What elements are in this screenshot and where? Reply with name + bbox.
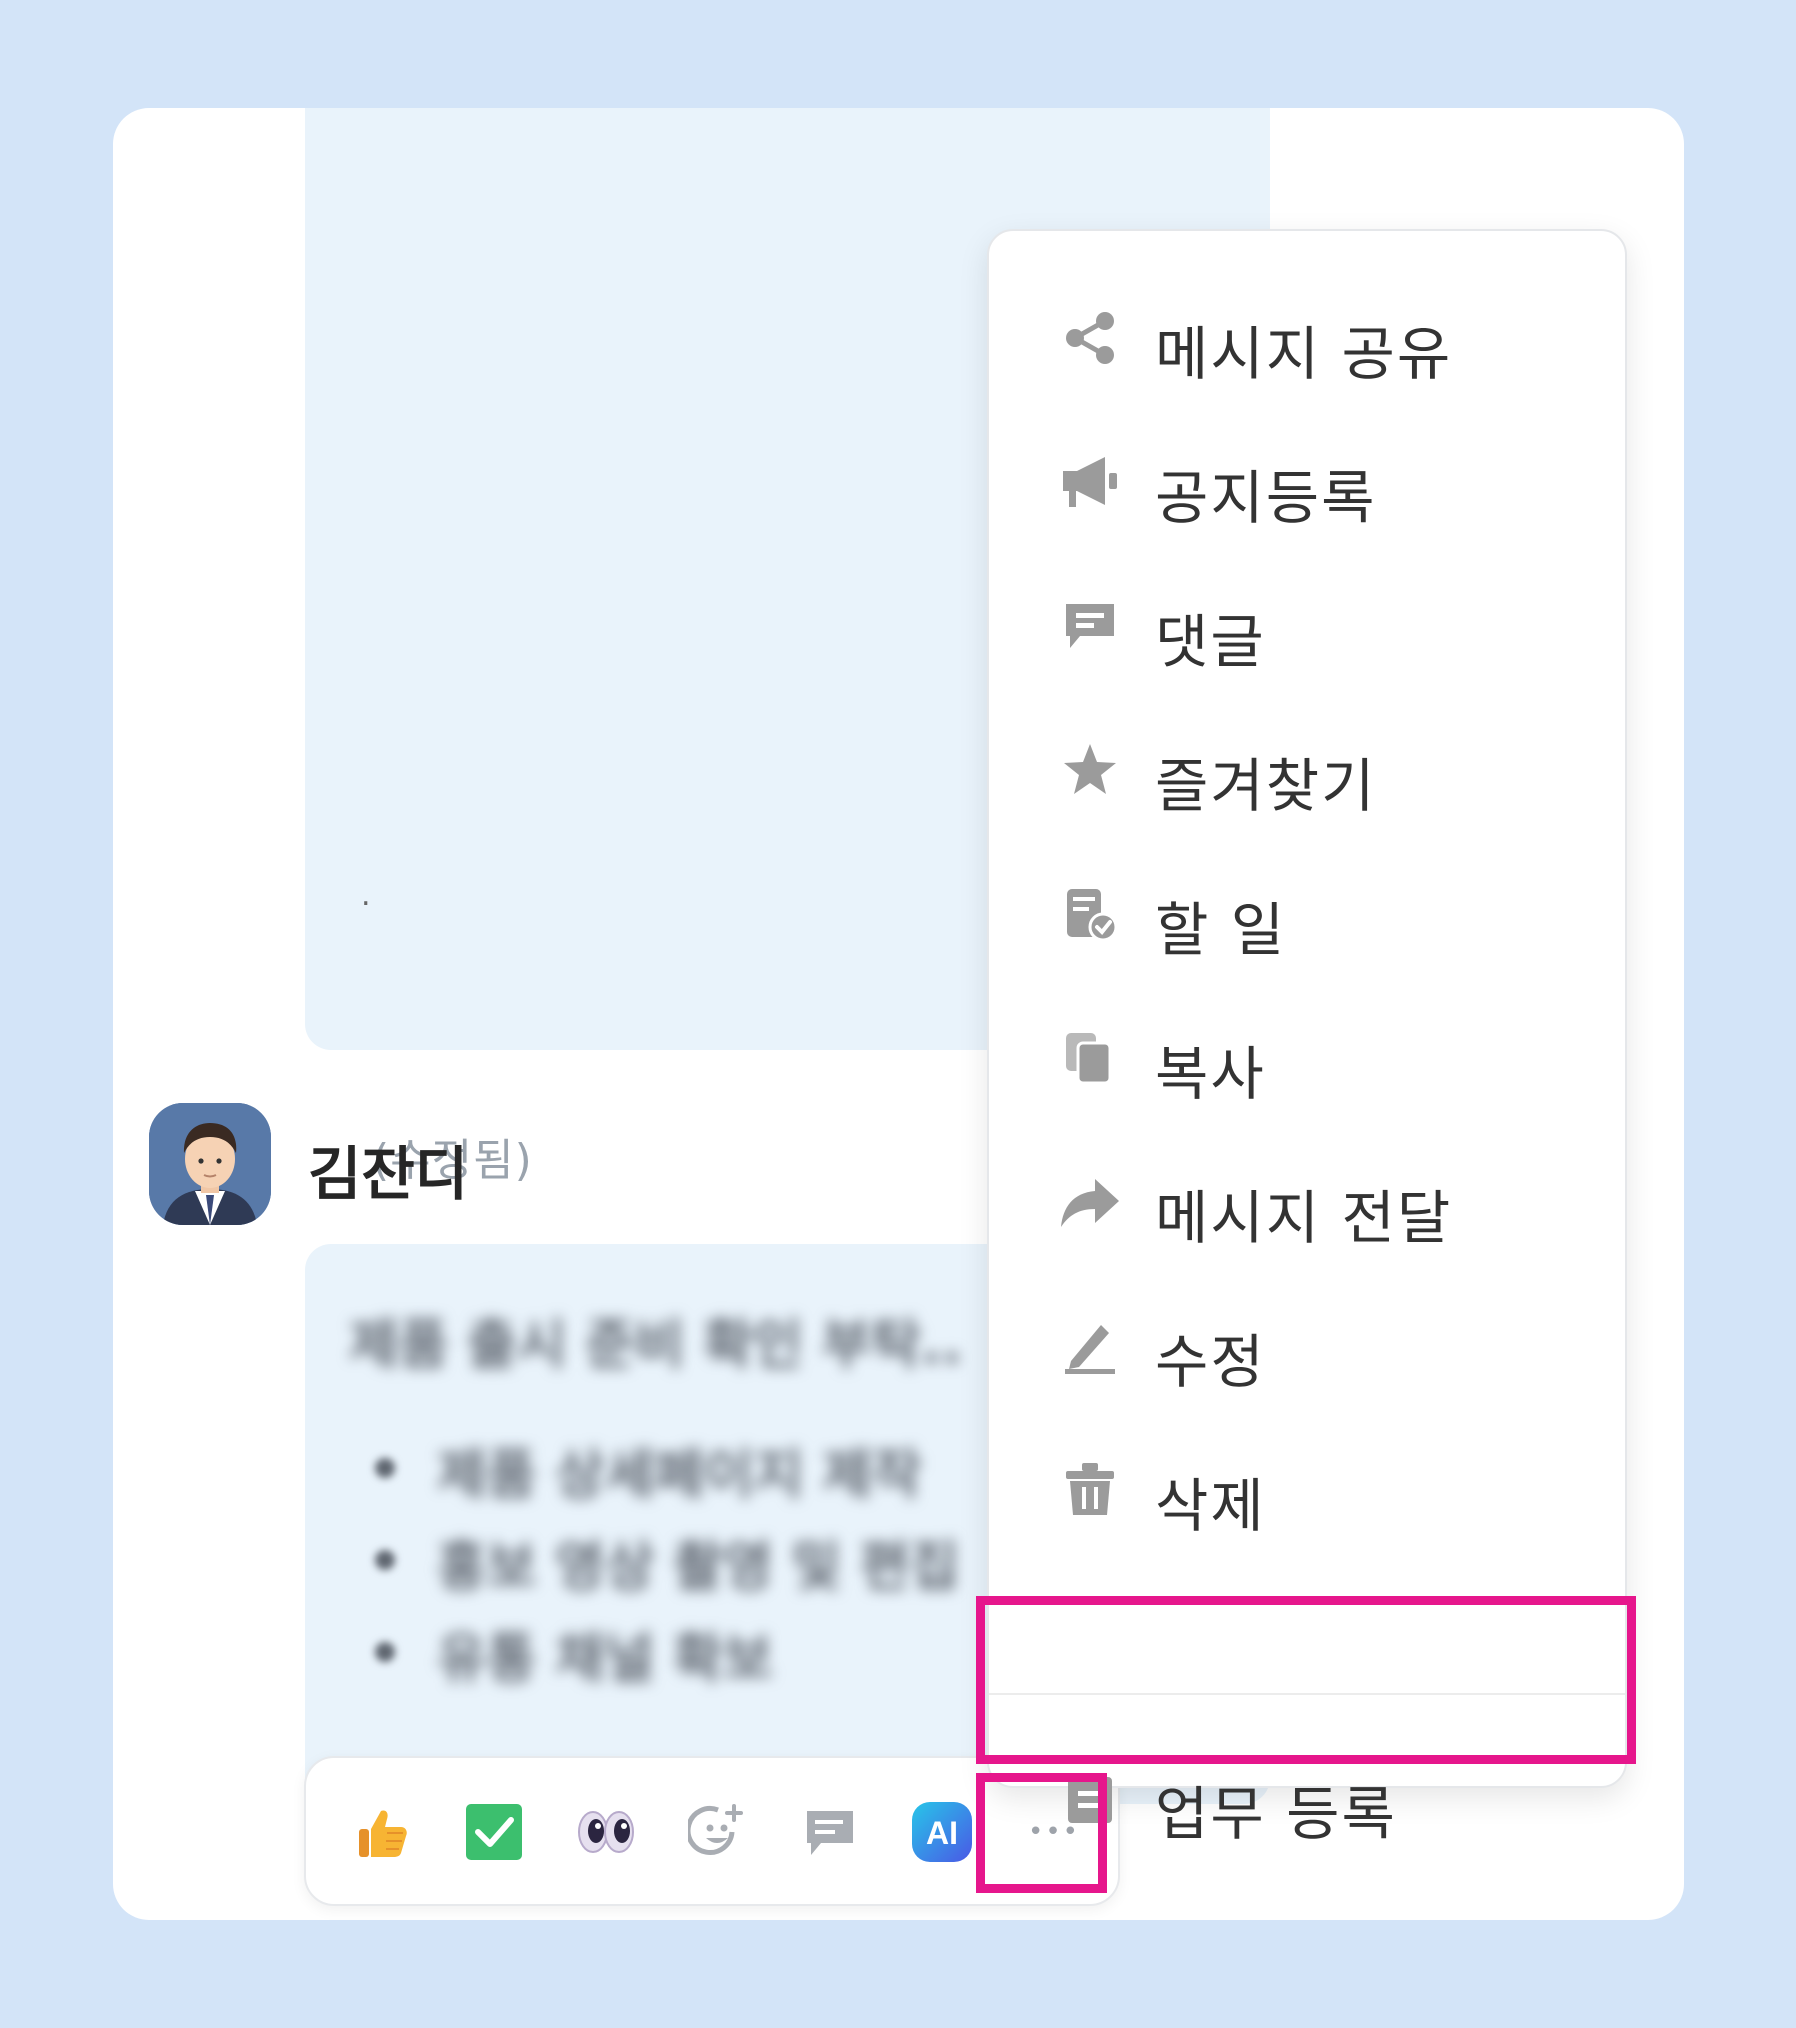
bullet [375, 1642, 395, 1662]
comment-icon [1066, 604, 1114, 648]
check-button[interactable] [462, 1800, 526, 1864]
menu-item-label: 댓글 [1155, 608, 1266, 676]
avatar[interactable] [149, 1103, 271, 1225]
menu-item-share[interactable]: 메시지 공유 [989, 283, 1625, 393]
blurred-bullet-text: 제품 상세페이지 제작 [437, 1443, 922, 1506]
menu-item-label: 할 일 [1155, 896, 1287, 964]
businessman-avatar-icon [149, 1103, 271, 1225]
menu-item-edit[interactable]: 수정 [989, 1291, 1625, 1401]
menu-item-comment[interactable]: 댓글 [989, 571, 1625, 681]
blurred-message-title: 제품 출시 준비 확인 부탁.. [349, 1313, 963, 1376]
ai-icon-text: AI [926, 1815, 958, 1851]
eyes-button[interactable] [574, 1800, 638, 1864]
blurred-bullet-text: 유통 채널 확보 [437, 1627, 773, 1690]
menu-item-forward[interactable]: 메시지 전달 [989, 1147, 1625, 1257]
edit-icon [1065, 1325, 1115, 1374]
comment-icon [807, 1811, 853, 1855]
thumbs-up-icon [359, 1810, 407, 1857]
menu-item-label: 메시지 전달 [1155, 1184, 1453, 1252]
message-text: . [361, 878, 371, 913]
todo-icon [1067, 889, 1118, 942]
menu-item-label: 수정 [1155, 1328, 1266, 1396]
message-context-menu: 메시지 공유 공지등록 댓글 즐겨찾기 할 일 복사 메시지 전달 수정 삭제 … [987, 229, 1627, 1848]
menu-item-label: 업무 등록 [1155, 1780, 1397, 1848]
share-icon [1066, 312, 1114, 364]
ai-button[interactable]: AI [910, 1800, 974, 1864]
copy-icon [1066, 1033, 1112, 1085]
menu-item-label: 복사 [1155, 1040, 1266, 1108]
menu-item-copy[interactable]: 복사 [989, 1003, 1625, 1113]
comment-button[interactable] [798, 1800, 862, 1864]
menu-item-label: 삭제 [1155, 1472, 1266, 1540]
menu-item-label: 공지등록 [1155, 464, 1377, 532]
add-reaction-button[interactable] [686, 1800, 750, 1864]
megaphone-icon [1063, 457, 1117, 507]
forward-icon [1061, 1179, 1119, 1227]
eyes-icon [578, 1811, 634, 1853]
star-icon [1064, 744, 1116, 794]
bullet [375, 1550, 395, 1570]
ai-icon: AI [912, 1802, 972, 1862]
sender-name[interactable]: 김잔디 [308, 1127, 468, 1211]
highlight-box-register-task [976, 1596, 1636, 1764]
check-box-icon [466, 1804, 522, 1860]
add-emoji-icon [688, 1804, 743, 1855]
menu-item-todo[interactable]: 할 일 [989, 859, 1625, 969]
trash-icon [1066, 1463, 1114, 1515]
menu-item-favorite[interactable]: 즐겨찾기 [989, 715, 1625, 825]
menu-item-notice[interactable]: 공지등록 [989, 427, 1625, 537]
highlight-box-more-button [976, 1773, 1107, 1893]
thumbs-up-button[interactable] [350, 1800, 414, 1864]
bullet [375, 1458, 395, 1478]
menu-item-delete[interactable]: 삭제 [989, 1435, 1625, 1545]
blurred-bullet-text: 홍보 영상 촬영 및 편집 [437, 1535, 960, 1598]
menu-item-label: 즐겨찾기 [1155, 752, 1377, 820]
menu-item-label: 메시지 공유 [1155, 320, 1453, 388]
